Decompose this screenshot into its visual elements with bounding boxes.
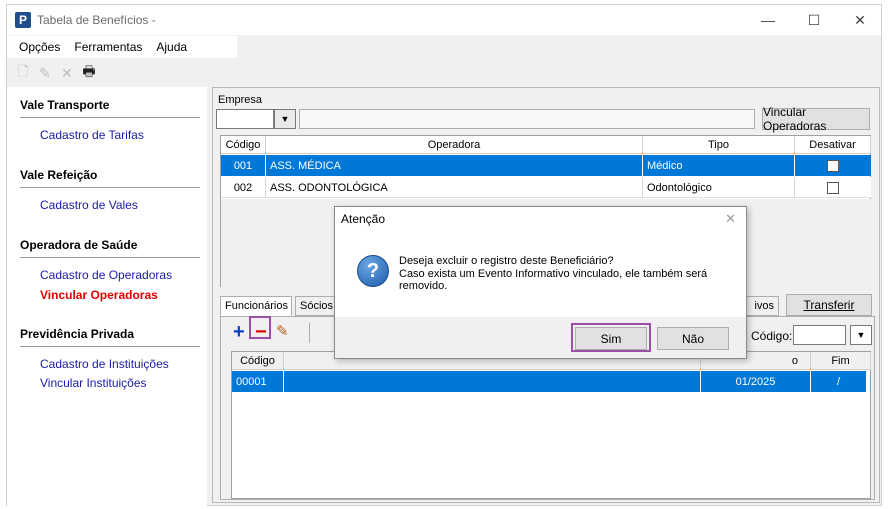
close-button[interactable]: ✕ xyxy=(837,5,883,35)
edit-pencil-icon[interactable]: ✎ xyxy=(276,323,289,341)
divider xyxy=(20,117,200,118)
menu-ferramentas[interactable]: Ferramentas xyxy=(68,40,150,54)
col-operadora[interactable]: Operadora xyxy=(266,136,643,154)
divider xyxy=(20,346,200,347)
section-vale-refeicao: Vale Refeição xyxy=(20,168,98,182)
link-vincular-instituicoes[interactable]: Vincular Instituições xyxy=(40,376,147,390)
cell-inicio: 01/2025 xyxy=(701,371,811,392)
col-tipo[interactable]: Tipo xyxy=(643,136,795,154)
menu-opcoes[interactable]: Opções xyxy=(7,40,68,54)
title-bar: P Tabela de Benefícios - — ☐ ✕ xyxy=(7,5,881,35)
new-document-icon[interactable]: 🗋 xyxy=(13,63,33,82)
add-plus-icon[interactable]: + xyxy=(233,322,245,342)
sim-button-highlight xyxy=(571,323,651,352)
cell-codigo: 00001 xyxy=(232,371,284,392)
dialog-message: Deseja excluir o registro deste Benefici… xyxy=(399,255,708,292)
cell-tipo: Médico xyxy=(643,155,795,176)
divider xyxy=(20,257,200,258)
table-row[interactable]: 002 ASS. ODONTOLÓGICA Odontológico xyxy=(221,177,871,198)
app-logo-icon: P xyxy=(15,12,31,28)
cell-fim: / xyxy=(836,375,841,388)
cell-codigo: 001 xyxy=(221,155,266,176)
codigo-filter-label: Código: xyxy=(751,329,793,343)
edit-pencil-icon[interactable]: ✎ xyxy=(35,64,55,82)
section-vale-transporte: Vale Transporte xyxy=(20,98,110,112)
delete-x-icon[interactable]: ✕ xyxy=(57,64,77,82)
col-codigo[interactable]: Código xyxy=(232,352,284,370)
link-cadastro-operadoras[interactable]: Cadastro de Operadoras xyxy=(40,268,172,282)
transferir-button[interactable]: Transferir xyxy=(786,294,872,316)
cell-operadora: ASS. MÉDICA xyxy=(266,155,643,176)
table-row[interactable]: 00001 01/2025 / xyxy=(232,371,866,392)
empresa-label: Empresa xyxy=(218,94,263,106)
question-icon: ? xyxy=(357,255,389,287)
table-row[interactable]: 001 ASS. MÉDICA Médico xyxy=(221,155,871,176)
window-title: Tabela de Benefícios - xyxy=(37,13,156,27)
maximize-button[interactable]: ☐ xyxy=(791,5,837,35)
section-previdencia-privada: Previdência Privada xyxy=(20,327,135,341)
close-icon[interactable]: ✕ xyxy=(725,211,736,227)
link-cadastro-vales[interactable]: Cadastro de Vales xyxy=(40,198,138,212)
cell-nome xyxy=(284,371,701,392)
codigo-filter-select[interactable] xyxy=(793,325,846,345)
tab-socios[interactable]: Sócios xyxy=(295,296,337,316)
menu-ajuda[interactable]: Ajuda xyxy=(150,40,195,54)
menu-bar: Opções Ferramentas Ajuda xyxy=(7,36,237,58)
link-cadastro-instituicoes[interactable]: Cadastro de Instituições xyxy=(40,357,169,371)
col-desativar[interactable]: Desativar xyxy=(795,136,871,154)
dialog-title: Atenção xyxy=(341,212,386,226)
empresa-select[interactable] xyxy=(216,109,274,129)
funcionarios-grid: Código o Fim 00001 01/2025 / xyxy=(231,351,871,499)
toolbar-divider xyxy=(309,323,310,343)
divider xyxy=(20,187,200,188)
left-navigation: Vale Transporte Cadastro de Tarifas Vale… xyxy=(7,87,207,507)
nao-button[interactable]: Não xyxy=(657,327,729,350)
printer-icon[interactable]: 🖶 xyxy=(79,63,99,82)
tab-funcionarios[interactable]: Funcionários xyxy=(220,296,292,316)
desativar-checkbox[interactable] xyxy=(827,159,839,172)
toolbar: 🗋 ✎ ✕ 🖶 xyxy=(13,63,99,83)
chevron-down-icon[interactable]: ▼ xyxy=(274,109,296,129)
link-vincular-operadoras[interactable]: Vincular Operadoras xyxy=(40,288,158,302)
link-cadastro-tarifas[interactable]: Cadastro de Tarifas xyxy=(40,128,144,142)
chevron-down-icon[interactable]: ▼ xyxy=(850,325,872,345)
cell-codigo: 002 xyxy=(221,177,266,198)
remove-icon-highlight xyxy=(249,316,271,339)
dialog-body: ? Deseja excluir o registro deste Benefi… xyxy=(335,231,746,317)
cell-desativar xyxy=(795,155,871,176)
vincular-operadoras-button[interactable]: Vincular Operadoras xyxy=(762,105,870,133)
cell-desativar xyxy=(795,177,871,198)
cell-operadora: ASS. ODONTOLÓGICA xyxy=(266,177,643,198)
confirm-dialog: Atenção ✕ ? Deseja excluir o registro de… xyxy=(334,206,747,359)
col-fim[interactable]: Fim xyxy=(811,352,871,370)
minimize-button[interactable]: — xyxy=(745,5,791,35)
cell-tipo: Odontológico xyxy=(643,177,795,198)
section-operadora-saude: Operadora de Saúde xyxy=(20,238,138,252)
empresa-name-field[interactable] xyxy=(299,109,755,129)
col-codigo[interactable]: Código xyxy=(221,136,266,154)
desativar-checkbox[interactable] xyxy=(827,181,839,194)
dialog-title-bar: Atenção ✕ xyxy=(335,207,746,231)
